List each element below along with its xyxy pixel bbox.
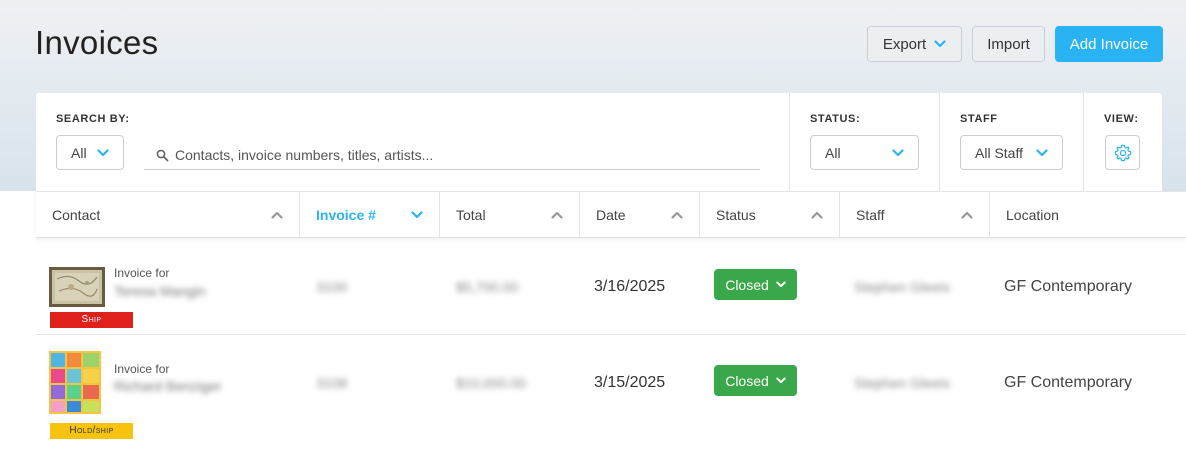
chevron-down-icon bbox=[776, 281, 786, 288]
divider bbox=[1083, 93, 1084, 191]
filter-panel: SEARCH BY: All STATUS: All STAFF All Sta… bbox=[36, 93, 1162, 191]
search-by-select[interactable]: All bbox=[56, 135, 124, 170]
chevron-up-icon bbox=[671, 211, 683, 219]
column-header-invoice-number[interactable]: Invoice # bbox=[300, 192, 440, 238]
chevron-up-icon bbox=[271, 211, 283, 219]
status-filter-label: STATUS: bbox=[810, 113, 861, 125]
invoice-total: $10,000.00 bbox=[456, 375, 527, 391]
staff-filter-select[interactable]: All Staff bbox=[960, 135, 1063, 170]
view-label: VIEW: bbox=[1104, 113, 1139, 125]
column-header-staff[interactable]: Staff bbox=[840, 192, 990, 238]
import-label: Import bbox=[987, 35, 1030, 53]
column-header-status[interactable]: Status bbox=[700, 192, 840, 238]
chevron-up-icon bbox=[961, 211, 973, 219]
invoice-number[interactable]: 3100 bbox=[316, 279, 347, 295]
search-icon bbox=[156, 149, 169, 161]
status-label: Closed bbox=[725, 276, 769, 293]
invoice-for-label: Invoice for bbox=[114, 266, 170, 280]
staff-filter-value: All Staff bbox=[975, 144, 1023, 161]
search-by-value: All bbox=[71, 144, 87, 161]
table-row[interactable]: Invoice for Teresa Mangin Ship 3100 $5,7… bbox=[36, 239, 1186, 335]
chevron-up-icon bbox=[811, 211, 823, 219]
column-header-label: Status bbox=[716, 207, 756, 223]
add-invoice-label: Add Invoice bbox=[1069, 35, 1149, 53]
search-by-label: SEARCH BY: bbox=[56, 113, 130, 125]
tag-badge: Ship bbox=[50, 312, 133, 328]
location: GF Contemporary bbox=[1004, 278, 1133, 295]
column-header-total[interactable]: Total bbox=[440, 192, 580, 238]
gear-icon bbox=[1114, 144, 1131, 161]
invoice-total: $5,700.00 bbox=[456, 279, 519, 295]
invoice-for-label: Invoice for bbox=[114, 362, 170, 376]
location: GF Contemporary bbox=[1004, 374, 1133, 391]
staff-name: Stephen Gleeis bbox=[854, 279, 950, 295]
column-header-contact[interactable]: Contact bbox=[36, 192, 300, 238]
column-header-label: Contact bbox=[52, 207, 101, 223]
page-title: Invoices bbox=[35, 24, 159, 61]
staff-name: Stephen Gleeis bbox=[854, 375, 950, 391]
invoice-number[interactable]: 3108 bbox=[316, 375, 347, 391]
column-header-location[interactable]: Location bbox=[990, 192, 1186, 238]
contact-name[interactable]: Teresa Mangin bbox=[114, 283, 206, 299]
chevron-down-icon bbox=[776, 377, 786, 384]
contact-name[interactable]: Richard Benziger bbox=[114, 378, 221, 394]
status-filter-select[interactable]: All bbox=[810, 135, 919, 170]
chevron-down-icon bbox=[892, 149, 904, 157]
column-header-label: Invoice # bbox=[316, 207, 376, 223]
chevron-down-icon bbox=[97, 149, 109, 157]
export-button[interactable]: Export bbox=[867, 26, 962, 62]
column-header-label: Total bbox=[456, 207, 486, 223]
chevron-down-icon bbox=[1036, 149, 1048, 157]
artwork-thumbnail bbox=[49, 351, 101, 414]
chevron-up-icon bbox=[551, 211, 563, 219]
divider bbox=[939, 93, 940, 191]
status-dropdown[interactable]: Closed bbox=[714, 365, 797, 396]
invoice-date: 3/15/2025 bbox=[594, 374, 666, 391]
table-header: Contact Invoice # Total Date Status Staf… bbox=[36, 191, 1186, 238]
search-input[interactable] bbox=[175, 147, 755, 163]
export-label: Export bbox=[882, 35, 927, 53]
column-header-label: Staff bbox=[856, 207, 885, 223]
status-label: Closed bbox=[725, 372, 769, 389]
import-button[interactable]: Import bbox=[972, 26, 1045, 62]
add-invoice-button[interactable]: Add Invoice bbox=[1055, 26, 1163, 62]
chevron-down-icon bbox=[934, 40, 946, 48]
tag-badge: Hold/ship bbox=[50, 423, 133, 439]
search-field[interactable] bbox=[144, 141, 760, 170]
artwork-thumbnail bbox=[49, 267, 105, 307]
invoice-date: 3/16/2025 bbox=[594, 278, 666, 295]
table-row[interactable]: Invoice for Richard Benziger Hold/ship 3… bbox=[36, 336, 1186, 449]
chevron-down-icon bbox=[411, 211, 423, 219]
column-header-label: Location bbox=[1006, 207, 1059, 223]
status-filter-value: All bbox=[825, 144, 841, 161]
column-header-label: Date bbox=[596, 207, 626, 223]
divider bbox=[789, 93, 790, 191]
status-dropdown[interactable]: Closed bbox=[714, 269, 797, 300]
view-settings-button[interactable] bbox=[1105, 135, 1140, 170]
staff-filter-label: STAFF bbox=[960, 113, 998, 125]
column-header-date[interactable]: Date bbox=[580, 192, 700, 238]
